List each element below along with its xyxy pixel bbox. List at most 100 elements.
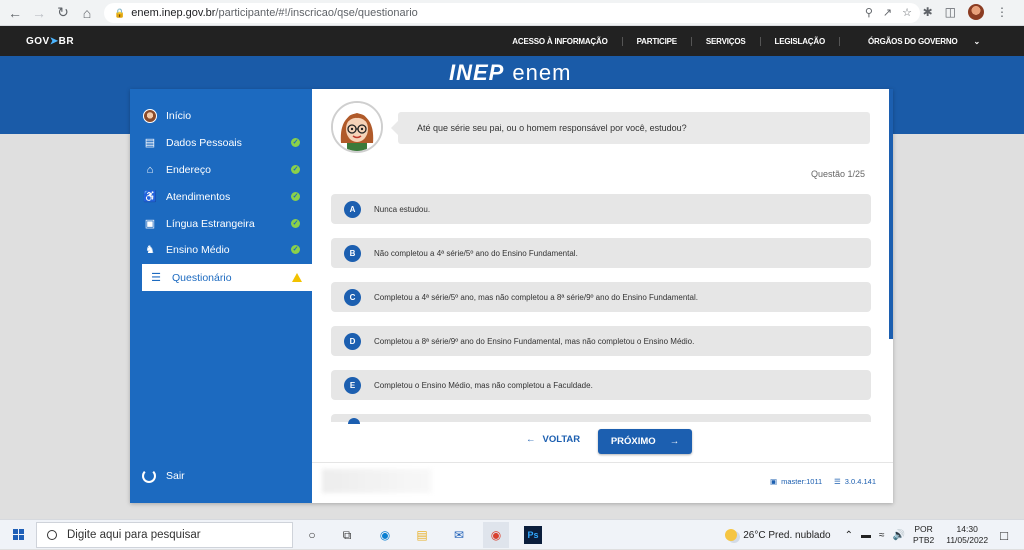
bookmark-star-icon[interactable]: ☆ (902, 6, 912, 19)
address-bar[interactable]: 🔒 enem.inep.gov.br/participante/#!/inscr… (104, 3, 920, 23)
volume-icon[interactable]: 🔊 (893, 530, 905, 541)
language-indicator[interactable]: POR PTB2 (913, 524, 934, 546)
answer-option-c[interactable]: C Completou a 4ª série/5º ano, mas não c… (331, 282, 871, 312)
question-counter: Questão 1/25 (810, 169, 865, 179)
sidebar-item-inicio[interactable]: Início (130, 102, 312, 129)
power-icon (142, 468, 156, 483)
edge-icon[interactable]: ◉ (376, 526, 394, 544)
answer-option-e[interactable]: E Completou o Ensino Médio, mas não comp… (331, 370, 871, 400)
version-info: ☰ 3.0.4.141 (834, 477, 876, 486)
profile-avatar[interactable] (968, 4, 984, 20)
sidebar-item-label: Ensino Médio (166, 243, 230, 256)
sidebar-item-label: Dados Pessoais (166, 136, 242, 149)
check-icon: ✓ (291, 245, 300, 254)
sidebar-item-lingua-estrangeira[interactable]: ▣ Língua Estrangeira ✓ (130, 210, 312, 237)
gov-link-orgaos[interactable]: ÓRGÃOS DO GOVERNO ⌄ (838, 36, 994, 46)
logout-button[interactable]: Sair (130, 462, 312, 489)
clock[interactable]: 14:30 11/05/2022 (946, 524, 988, 546)
url-host: enem.inep.gov.br (131, 7, 216, 19)
lock-icon: 🔒 (114, 7, 126, 18)
inep-logo: INEP (449, 60, 505, 85)
back-button-label: VOLTAR (542, 434, 581, 445)
sidebar-item-label: Início (166, 109, 192, 122)
gov-link-servicos[interactable]: SERVIÇOS (690, 36, 760, 46)
wheelchair-icon: ♿ (143, 191, 157, 203)
gov-logo-text-br: BR (58, 35, 75, 47)
server-icon: ☰ (834, 477, 841, 486)
arrow-right-icon: → (669, 436, 680, 447)
sidebar-item-ensino-medio[interactable]: ♞ Ensino Médio ✓ (130, 236, 312, 263)
battery-icon[interactable]: ▬ (861, 530, 871, 541)
master-label: master:1011 (781, 477, 823, 486)
system-tray: 26°C Pred. nublado ⌃ ▬ ≈ 🔊 POR PTB2 14:3… (725, 520, 1024, 550)
share-icon[interactable]: ↗ (883, 6, 892, 19)
taskbar-search-input[interactable]: Digite aqui para pesquisar (36, 522, 293, 548)
cortana-icon[interactable]: ○ (303, 526, 321, 544)
sidebar-item-label: Questionário (172, 271, 232, 284)
back-button[interactable]: ← VOLTAR (526, 434, 580, 445)
gov-link-acesso[interactable]: ACESSO À INFORMAÇÃO (498, 37, 621, 46)
option-text: Não completou a 4ª série/5º ano do Ensin… (374, 248, 578, 258)
url-path: /participante/#!/inscricao/qse/questiona… (215, 7, 418, 19)
browser-toolbar: ← → ↻ ⌂ 🔒 enem.inep.gov.br/participante/… (0, 0, 1024, 26)
menu-kebab-icon[interactable]: ⋮ (996, 5, 1008, 19)
option-letter: D (344, 332, 361, 350)
option-letter: B (344, 244, 361, 262)
logout-label: Sair (166, 469, 185, 482)
sidebar-item-atendimentos[interactable]: ♿ Atendimentos ✓ (130, 183, 312, 210)
back-arrow-icon[interactable]: ← (6, 4, 24, 22)
wifi-icon[interactable]: ≈ (879, 530, 885, 541)
notifications-icon[interactable]: □ (1000, 528, 1008, 543)
scrollbar[interactable] (889, 89, 893, 339)
gov-logo-arrow-icon: ➤ (49, 35, 59, 47)
home-icon[interactable]: ⌂ (78, 4, 96, 22)
answer-option-b[interactable]: B Não completou a 4ª série/5º ano do Ens… (331, 238, 871, 268)
sidebar-item-endereco[interactable]: ⌂ Endereço ✓ (130, 156, 312, 183)
check-icon: ✓ (291, 219, 300, 228)
answer-option-a[interactable]: A Nunca estudou. (331, 194, 871, 224)
monitor-icon: ▣ (770, 477, 778, 486)
photoshop-icon[interactable]: Ps (524, 526, 542, 544)
mail-icon[interactable]: ✉ (450, 526, 468, 544)
translate-icon: ▣ (144, 218, 156, 230)
check-icon: ✓ (291, 192, 300, 201)
answer-option-partial[interactable] (331, 414, 871, 424)
gov-link-participe[interactable]: PARTICIPE (621, 36, 691, 46)
version-label: 3.0.4.141 (844, 477, 877, 486)
chevron-up-icon[interactable]: ⌃ (845, 530, 853, 541)
gov-bar: GOV➤BR ACESSO À INFORMAÇÃO PARTICIPE SER… (0, 26, 1024, 56)
partly-cloudy-icon (725, 529, 738, 541)
clipboard-icon: ☰ (151, 272, 161, 284)
windows-taskbar: Digite aqui para pesquisar ○ ⧉ ◉ ▤ ✉ ◉ P… (0, 519, 1024, 549)
warning-icon (292, 273, 302, 282)
reload-icon[interactable]: ↻ (54, 4, 72, 22)
extensions-icon[interactable]: ✱ (923, 5, 933, 19)
next-button-label: PRÓXIMO (610, 436, 656, 447)
forward-arrow-icon[interactable]: → (30, 4, 48, 22)
chrome-icon[interactable]: ◉ (483, 522, 509, 548)
option-letter-partial (348, 418, 360, 424)
inep-enem-logo: INEP enem (449, 60, 571, 86)
file-explorer-icon[interactable]: ▤ (413, 526, 431, 544)
option-letter: E (344, 376, 361, 394)
next-button[interactable]: PRÓXIMO → (598, 429, 692, 454)
house-icon: ⌂ (146, 163, 154, 176)
gov-links: ACESSO À INFORMAÇÃO PARTICIPE SERVIÇOS L… (498, 26, 994, 56)
gov-logo[interactable]: GOV➤BR (26, 36, 74, 47)
weather-widget[interactable]: 26°C Pred. nublado (725, 529, 831, 541)
option-text: Completou a 8ª série/9º ano do Ensino Fu… (374, 336, 695, 346)
option-letter: A (344, 200, 361, 218)
gov-logo-text: GOV (26, 35, 50, 47)
zoom-icon[interactable]: ⚲ (865, 6, 873, 19)
answer-option-d[interactable]: D Completou a 8ª série/9º ano do Ensino … (331, 326, 871, 356)
sidepanel-icon[interactable]: ◫ (945, 5, 956, 19)
question-text: Até que série seu pai, ou o homem respon… (391, 112, 870, 144)
graduate-icon: ♞ (145, 244, 155, 256)
sidebar-item-questionario[interactable]: ☰ Questionário (142, 264, 312, 291)
task-view-icon[interactable]: ⧉ (338, 526, 356, 544)
option-text: Completou o Ensino Médio, mas não comple… (374, 380, 593, 390)
sidebar-item-dados-pessoais[interactable]: ▤ Dados Pessoais ✓ (130, 129, 312, 156)
lang-top: POR (914, 524, 933, 534)
windows-start-icon[interactable] (13, 528, 25, 541)
gov-link-legislacao[interactable]: LEGISLAÇÃO (759, 36, 839, 46)
